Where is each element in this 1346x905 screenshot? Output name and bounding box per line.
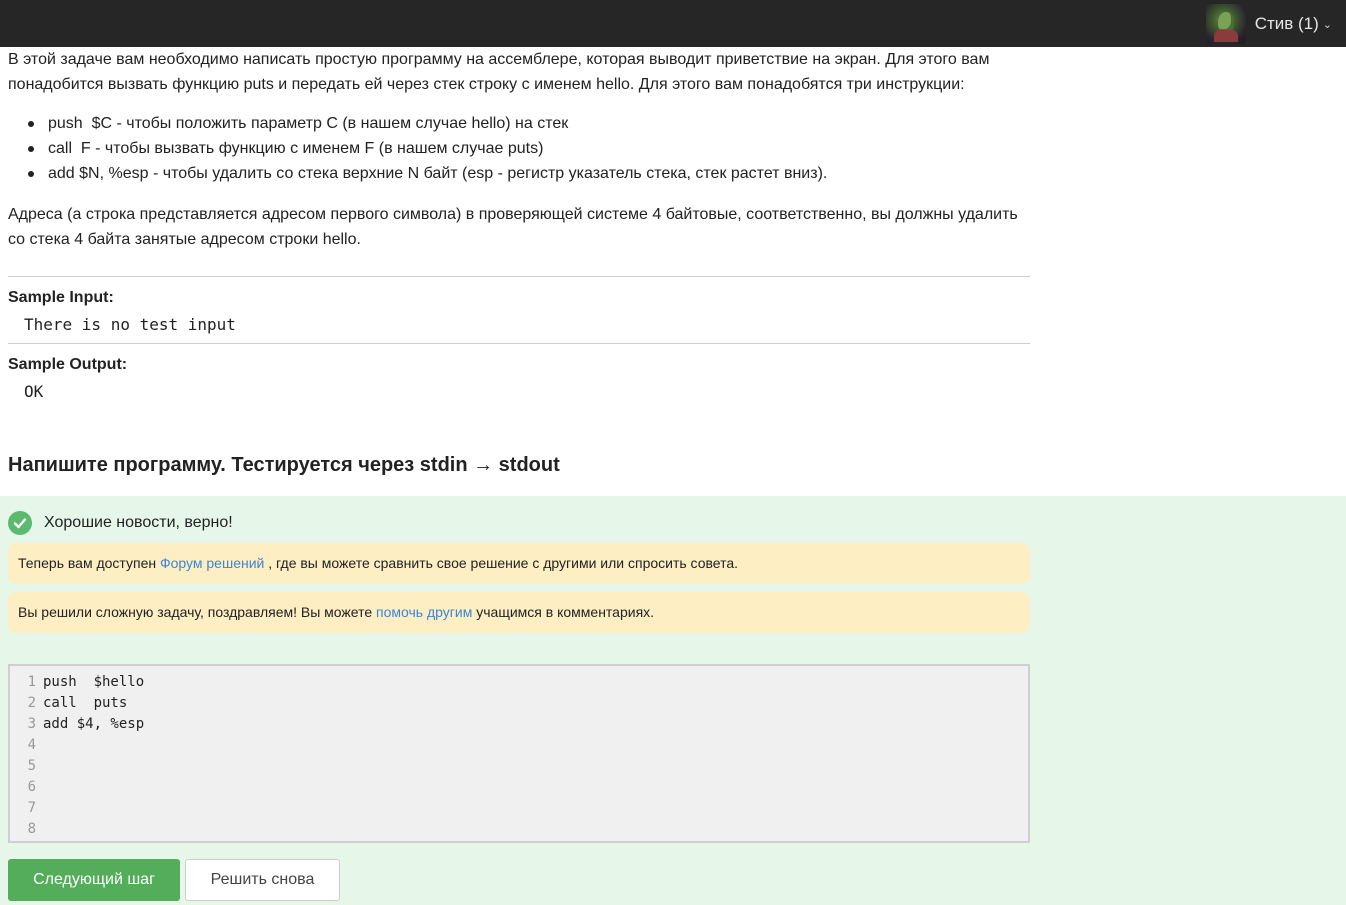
avatar <box>1205 3 1246 44</box>
top-navigation-bar: Стив (1) ⌄ <box>0 0 1346 47</box>
code-line[interactable] <box>43 798 1028 819</box>
code-line[interactable] <box>43 756 1028 777</box>
forum-notice-text: Теперь вам доступен <box>18 555 160 571</box>
code-line[interactable]: push $hello <box>43 672 1028 693</box>
sample-output-label: Sample Output: <box>8 356 128 373</box>
submission-result-panel: Хорошие новости, верно! Теперь вам досту… <box>0 496 1346 905</box>
problem-intro: В этой задаче вам необходимо написать пр… <box>8 51 990 93</box>
divider <box>8 343 1030 344</box>
help-others-link[interactable]: помочь другим <box>376 604 472 620</box>
user-menu[interactable]: Стив (1) ⌄ <box>1205 0 1332 47</box>
instruction-item-call: call F - чтобы вызвать функцию с именем … <box>8 136 827 161</box>
code-line[interactable] <box>43 777 1028 798</box>
line-number: 6 <box>27 779 36 795</box>
sample-input-label: Sample Input: <box>8 289 114 306</box>
instruction-list: push $C - чтобы положить параметр C (в н… <box>8 111 827 186</box>
line-number-gutter: 1 2 3 4 5 6 7 8 <box>10 666 40 841</box>
line-number: 4 <box>27 737 36 753</box>
success-message: Хорошие новости, верно! <box>8 511 233 535</box>
help-notice-text-end: учащимся в комментариях. <box>472 604 655 620</box>
code-line[interactable] <box>43 819 1028 840</box>
check-circle-icon <box>8 511 32 535</box>
next-step-button[interactable]: Следующий шаг <box>8 859 180 901</box>
code-line[interactable]: call puts <box>43 693 1028 714</box>
line-number: 1 <box>27 674 36 690</box>
code-editor[interactable]: 1 2 3 4 5 6 7 8 push $hello call puts ad… <box>8 664 1030 843</box>
code-line[interactable] <box>43 735 1028 756</box>
divider <box>8 276 1030 277</box>
sample-output-value: OK <box>24 382 44 401</box>
line-number: 5 <box>27 758 36 774</box>
solutions-forum-link[interactable]: Форум решений <box>160 555 264 571</box>
instruction-item-push: push $C - чтобы положить параметр C (в н… <box>8 111 827 136</box>
user-name: Стив (1) <box>1254 13 1319 33</box>
forum-notice-text-end: , где вы можете сравнить свое решение с … <box>264 555 739 571</box>
instruction-item-add: add $N, %esp - чтобы удалить со стека ве… <box>8 161 827 186</box>
code-text-area[interactable]: push $hello call puts add $4, %esp <box>40 666 1028 841</box>
line-number: 8 <box>27 821 36 837</box>
forum-notice: Теперь вам доступен Форум решений , где … <box>8 543 1030 584</box>
help-others-notice: Вы решили сложную задачу, поздравляем! В… <box>8 592 1030 633</box>
line-number: 3 <box>27 716 36 732</box>
solve-again-button[interactable]: Решить снова <box>185 859 340 901</box>
chevron-down-icon: ⌄ <box>1322 19 1332 31</box>
code-line[interactable]: add $4, %esp <box>43 714 1028 735</box>
line-number: 2 <box>27 695 36 711</box>
sample-input-value: There is no test input <box>24 315 236 334</box>
task-heading: Напишите программу. Тестируется через st… <box>8 454 560 476</box>
help-notice-text: Вы решили сложную задачу, поздравляем! В… <box>18 604 377 620</box>
success-text: Хорошие новости, верно! <box>44 514 233 531</box>
problem-note: Адреса (а строка представляется адресом … <box>8 206 1018 248</box>
line-number: 7 <box>27 800 36 816</box>
